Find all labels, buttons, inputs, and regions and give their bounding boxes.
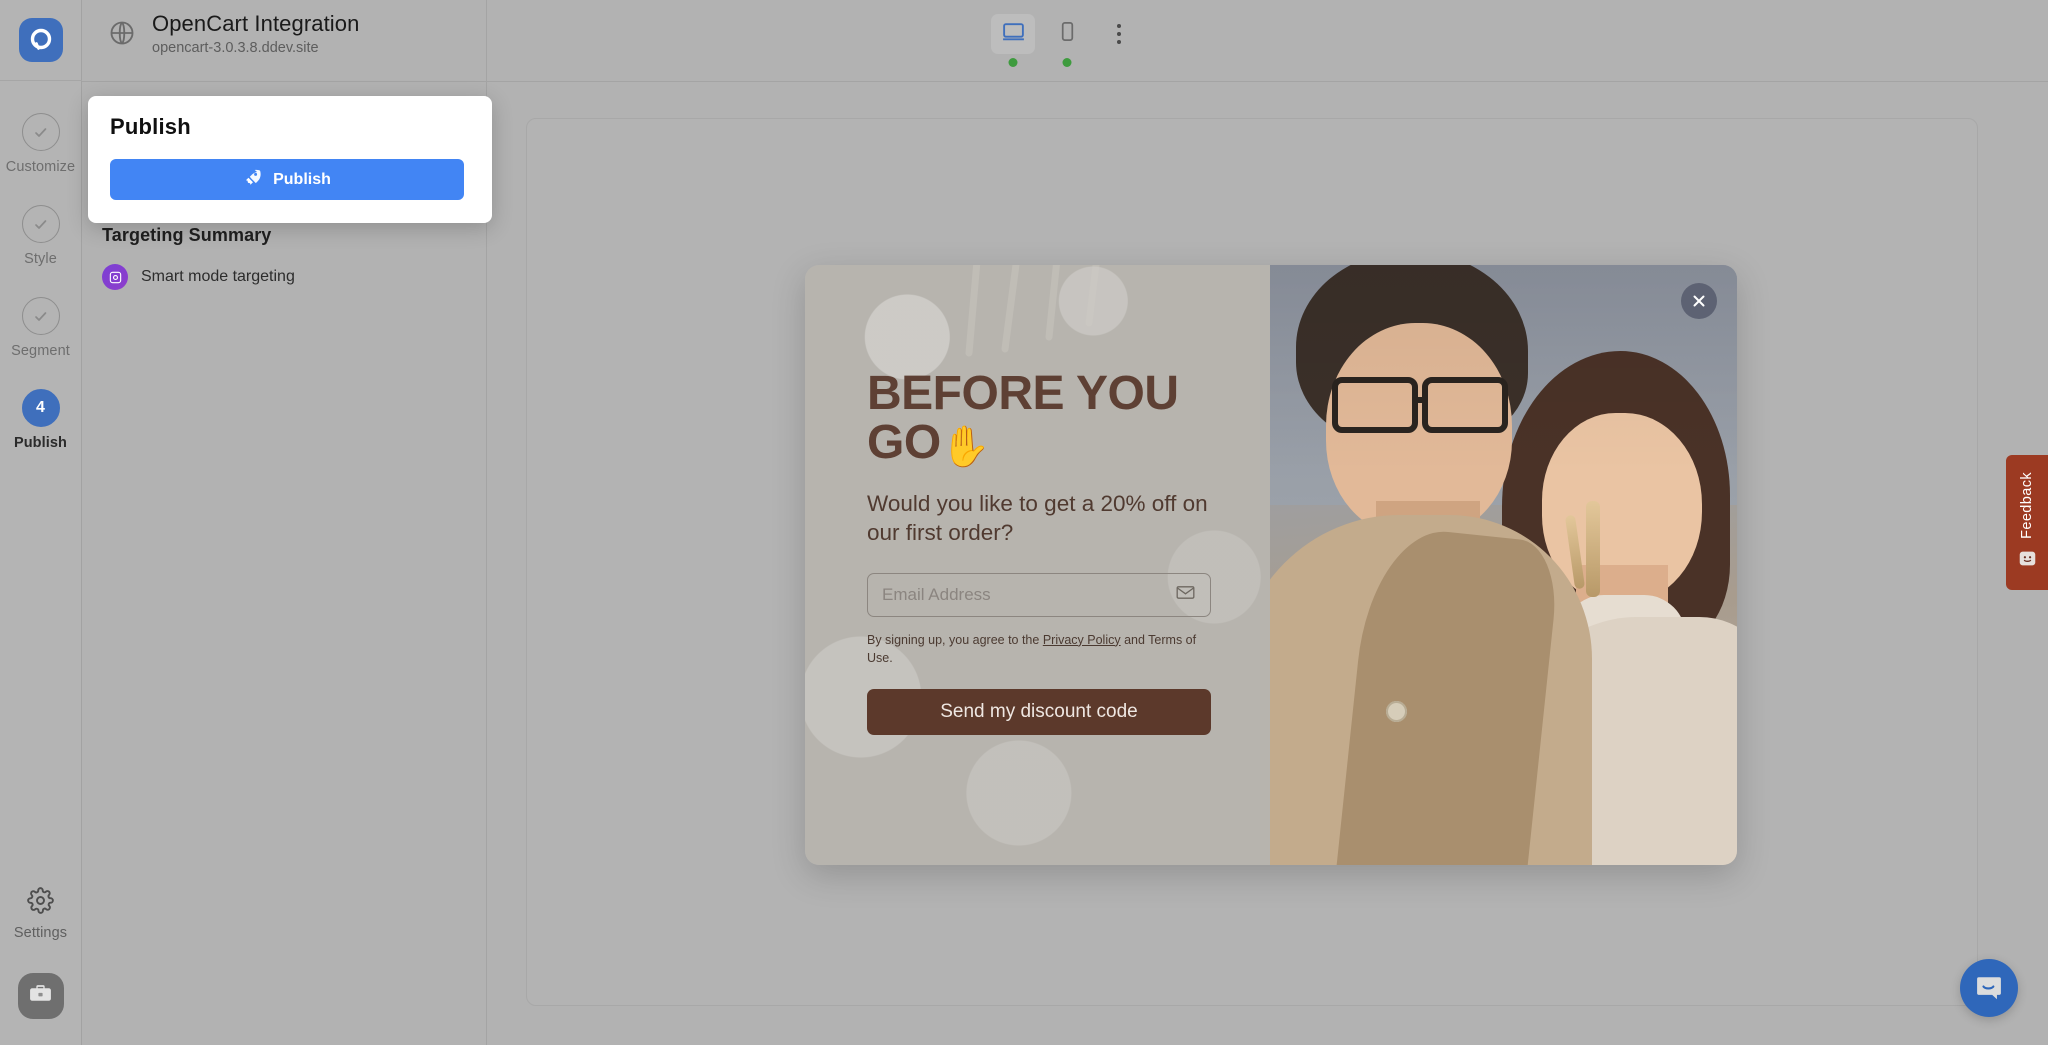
popup-legal-text: By signing up, you agree to the Privacy …	[867, 631, 1197, 667]
briefcase-icon	[28, 981, 53, 1011]
sidebar-item-settings[interactable]: Settings	[14, 887, 67, 941]
mobile-status-dot	[1062, 58, 1072, 67]
device-toolbar	[991, 14, 1139, 67]
mobile-icon	[1056, 20, 1079, 48]
app-root: Customize Style Segment 4 Publish Settin…	[0, 0, 2048, 1045]
sidebar-item-label: Segment	[11, 343, 70, 359]
site-url: opencart-3.0.3.8.ddev.site	[152, 39, 319, 56]
chat-bubble-icon[interactable]	[1960, 959, 2018, 1017]
popup-preview-modal: BEFORE YOU GO✋ Would you like to get a 2…	[805, 265, 1737, 865]
popup-content-pane: BEFORE YOU GO✋ Would you like to get a 2…	[805, 265, 1270, 865]
sidebar-item-label: Style	[24, 251, 57, 267]
desktop-preview-button[interactable]	[991, 14, 1035, 67]
globe-icon	[108, 19, 136, 47]
publish-button[interactable]: Publish	[110, 159, 464, 200]
sidebar-item-segment[interactable]: Segment	[0, 297, 81, 359]
wizard-steps: Customize Style Segment 4 Publish	[0, 113, 81, 481]
close-icon[interactable]	[1681, 283, 1717, 319]
rail-divider	[0, 80, 82, 81]
raised-hand-emoji-icon: ✋	[940, 424, 991, 469]
decorative-streaks	[965, 265, 1100, 357]
publish-popover: Publish Publish	[88, 96, 492, 223]
email-input[interactable]	[882, 584, 1175, 605]
feedback-tab[interactable]: Feedback	[2006, 455, 2048, 590]
popup-subheadline: Would you like to get a 20% off on our f…	[867, 490, 1208, 545]
smart-target-icon	[102, 264, 128, 290]
step-number-badge: 4	[21, 389, 60, 427]
popup-headline-line2: GO	[867, 415, 941, 469]
check-icon	[21, 205, 60, 243]
email-field[interactable]	[867, 572, 1211, 617]
check-icon	[21, 297, 60, 335]
sidebar-item-style[interactable]: Style	[0, 205, 81, 267]
sidebar-item-customize[interactable]: Customize	[0, 113, 81, 175]
targeting-summary-title: Targeting Summary	[102, 225, 272, 245]
desktop-icon	[1001, 19, 1026, 49]
popup-headline: BEFORE YOU GO✋	[867, 367, 1227, 469]
envelope-icon	[1175, 582, 1196, 608]
gear-icon	[27, 887, 54, 919]
left-rail: Customize Style Segment 4 Publish Settin…	[0, 0, 82, 1045]
sidebar-item-publish[interactable]: 4 Publish	[0, 389, 81, 451]
smiley-icon	[2018, 549, 2037, 573]
feedback-label: Feedback	[2019, 472, 2035, 539]
desktop-status-dot	[1008, 58, 1018, 67]
rocket-icon	[243, 168, 262, 192]
mobile-preview-button[interactable]	[1045, 14, 1089, 67]
targeting-summary-item-label: Smart mode targeting	[141, 268, 295, 285]
targeting-summary-item[interactable]: Smart mode targeting	[102, 264, 462, 290]
popup-image-pane	[1270, 265, 1737, 865]
check-icon	[21, 113, 60, 151]
rail-footer: Settings	[0, 887, 81, 1045]
send-discount-code-button[interactable]: Send my discount code	[867, 688, 1211, 735]
kebab-menu-icon[interactable]	[1099, 14, 1139, 54]
popupsmart-logo-icon[interactable]	[18, 18, 63, 62]
targeting-summary: Targeting Summary Smart mode targeting	[102, 225, 462, 290]
top-bar: OpenCart Integration opencart-3.0.3.8.dd…	[82, 0, 2048, 82]
popup-headline-line1: BEFORE YOU	[867, 367, 1179, 420]
site-name: OpenCart Integration	[152, 11, 360, 36]
sidebar-item-label: Customize	[5, 159, 76, 175]
settings-label: Settings	[13, 925, 68, 941]
publish-popover-title: Publish	[110, 114, 191, 139]
legal-prefix: By signing up, you agree to the	[867, 632, 1043, 647]
publish-button-label: Publish	[273, 170, 331, 188]
site-info: OpenCart Integration opencart-3.0.3.8.dd…	[108, 10, 359, 56]
sidebar-item-label: Publish	[13, 435, 68, 451]
privacy-policy-link[interactable]: Privacy Policy	[1043, 633, 1121, 647]
workspace-avatar[interactable]	[17, 973, 64, 1019]
